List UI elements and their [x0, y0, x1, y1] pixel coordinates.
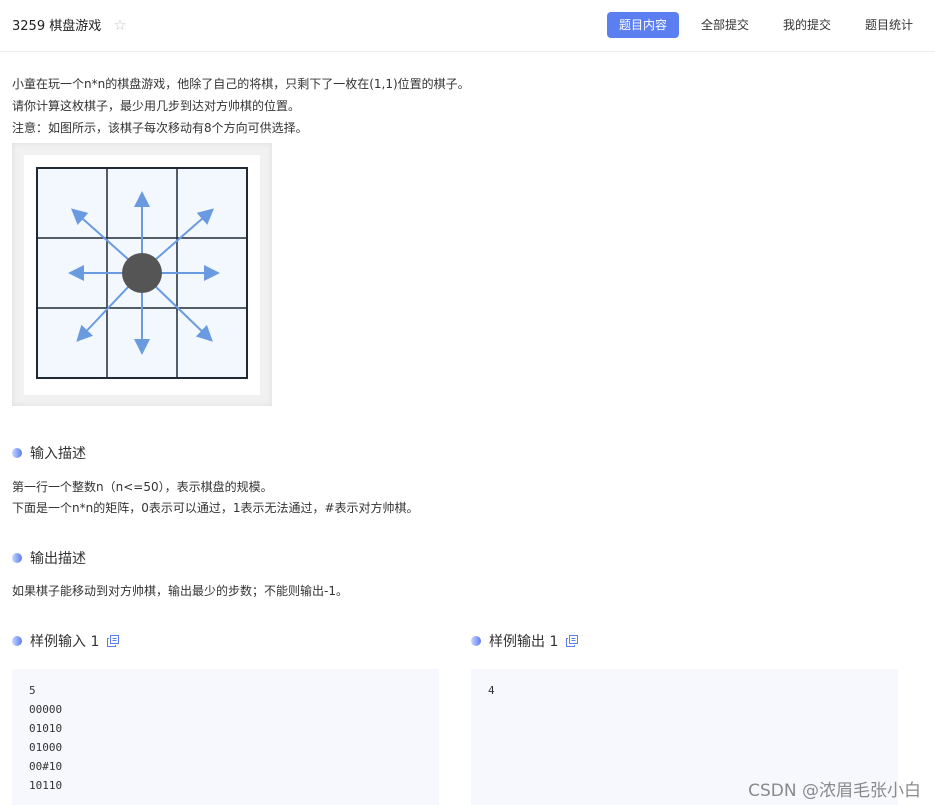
- sample-input-line: 10110: [29, 779, 63, 792]
- sample-output-heading: 样例输出 1: [471, 631, 579, 651]
- bullet-dot-icon: [471, 636, 481, 646]
- watermark-text: CSDN @浓眉毛张小白: [748, 781, 921, 801]
- sample-input-box[interactable]: 5 00000 01010 01000 00#10 10110: [12, 669, 439, 805]
- copy-icon[interactable]: [566, 635, 579, 647]
- sample-output-line: 4: [488, 684, 495, 697]
- bullet-dot-icon: [12, 636, 22, 646]
- bullet-dot-icon: [12, 448, 22, 458]
- tab-all-submissions[interactable]: 全部提交: [689, 12, 761, 38]
- problem-description: 小童在玩一个n*n的棋盘游戏，他除了自己的将棋，只剩下了一枚在(1,1)位置的棋…: [12, 73, 470, 139]
- tab-statistics[interactable]: 题目统计: [853, 12, 925, 38]
- problem-title-text: 3259 棋盘游戏: [12, 19, 102, 34]
- input-line: 下面是一个n*n的矩阵，0表示可以通过，1表示无法通过，#表示对方帅棋。: [12, 501, 419, 515]
- tab-my-submissions[interactable]: 我的提交: [771, 12, 843, 38]
- sample-input-line: 01010: [29, 722, 63, 735]
- output-heading-text: 输出描述: [30, 551, 86, 567]
- input-heading-text: 输入描述: [30, 446, 86, 462]
- bullet-dot-icon: [12, 553, 22, 563]
- description-line: 注意：如图所示，该棋子每次移动有8个方向可供选择。: [12, 121, 308, 135]
- chess-piece: [122, 253, 162, 293]
- star-icon[interactable]: ☆: [113, 16, 126, 34]
- problem-title: 3259 棋盘游戏 ☆: [12, 15, 127, 35]
- output-section-heading: 输出描述: [12, 548, 86, 568]
- sample-input-heading-text: 样例输入 1: [30, 634, 100, 650]
- output-line: 如果棋子能移动到对方帅棋，输出最少的步数；不能则输出-1。: [12, 584, 348, 598]
- description-line: 小童在玩一个n*n的棋盘游戏，他除了自己的将棋，只剩下了一枚在(1,1)位置的棋…: [12, 77, 470, 91]
- sample-input-line: 00000: [29, 703, 63, 716]
- board-diagram: [24, 155, 260, 395]
- input-section-heading: 输入描述: [12, 443, 86, 463]
- sample-output-heading-text: 样例输出 1: [489, 634, 559, 650]
- header-bar: 3259 棋盘游戏 ☆ 题目内容 全部提交 我的提交 题目统计: [0, 0, 935, 52]
- sample-input-line: 01000: [29, 741, 63, 754]
- input-line: 第一行一个整数n（n<=50），表示棋盘的规模。: [12, 480, 273, 494]
- input-description: 第一行一个整数n（n<=50），表示棋盘的规模。 下面是一个n*n的矩阵，0表示…: [12, 477, 419, 519]
- tab-bar: 题目内容 全部提交 我的提交 题目统计: [597, 12, 925, 38]
- sample-input-line: 5: [29, 684, 36, 697]
- description-line: 请你计算这枚棋子，最少用几步到达对方帅棋的位置。: [12, 99, 301, 113]
- sample-input-heading: 样例输入 1: [12, 631, 120, 651]
- sample-input-line: 00#10: [29, 760, 63, 773]
- board-figure: [12, 143, 272, 406]
- copy-icon[interactable]: [107, 635, 120, 647]
- tab-problem-content[interactable]: 题目内容: [606, 12, 679, 38]
- output-description: 如果棋子能移动到对方帅棋，输出最少的步数；不能则输出-1。: [12, 581, 348, 602]
